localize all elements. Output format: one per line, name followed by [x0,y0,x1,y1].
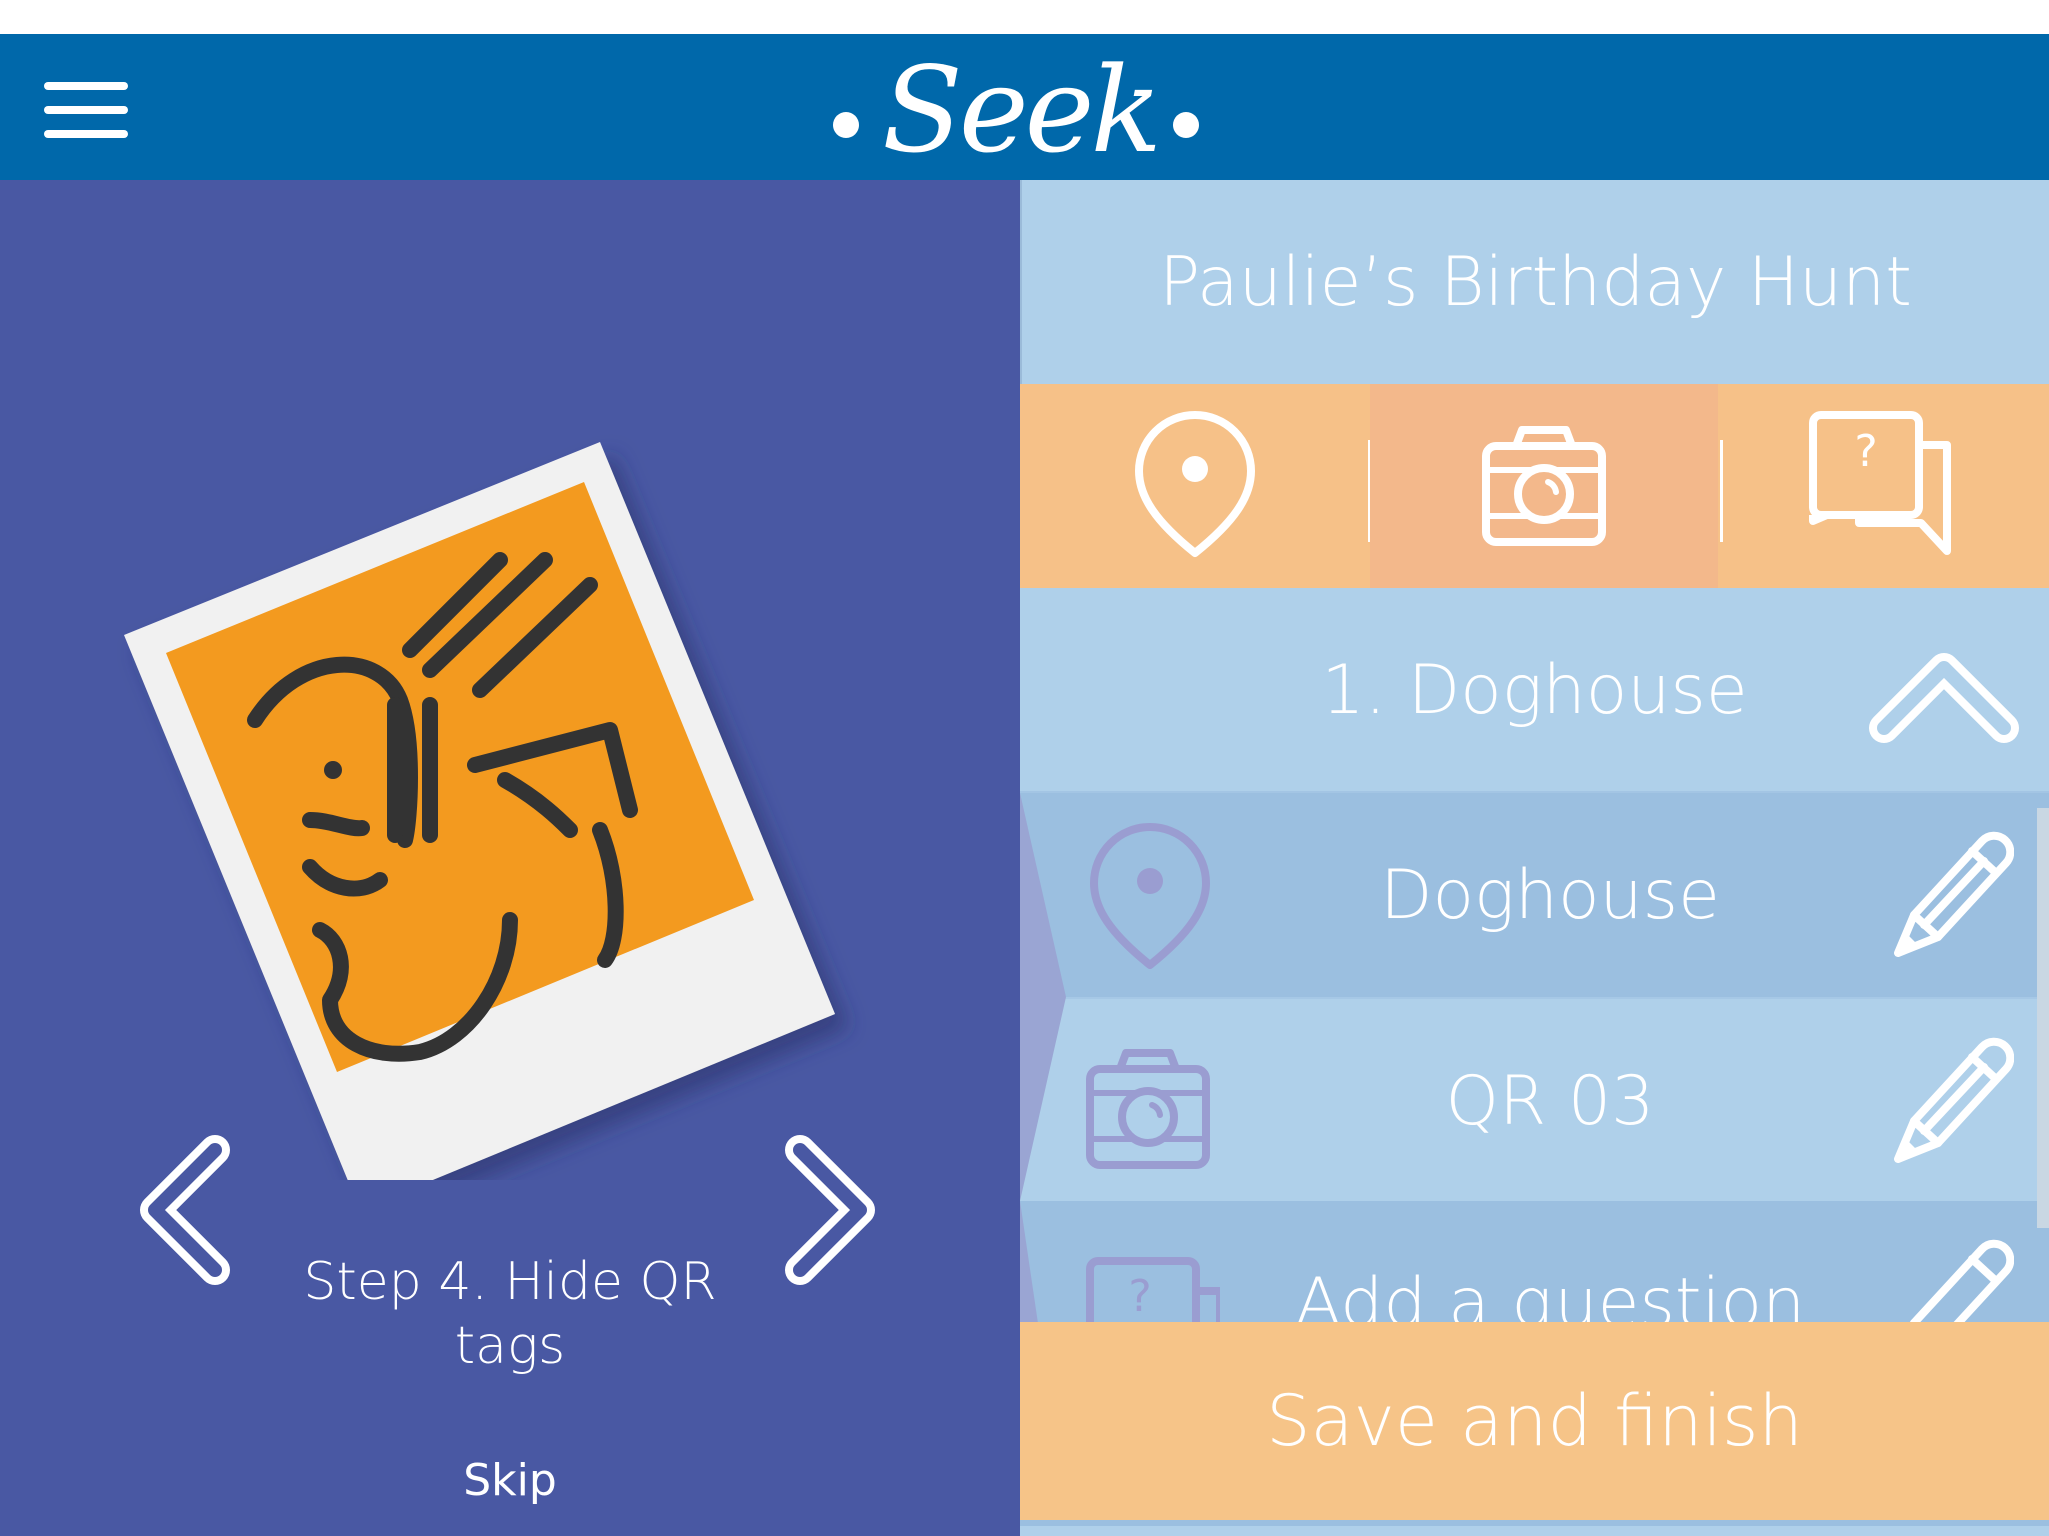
next-arrow-icon[interactable] [775,1130,885,1290]
clue-type-tabs: ? [1020,384,2049,588]
pencil-edit-icon[interactable] [1884,823,2014,963]
camera-icon [1086,1049,1210,1169]
pencil-edit-icon[interactable] [1884,1029,2014,1169]
save-and-finish-button[interactable]: Save and finish [1020,1322,2049,1526]
logo-text: Seek [881,41,1162,179]
location-pin-icon [1135,411,1255,557]
section-header-doghouse[interactable]: 1. Doghouse [1020,588,2049,793]
tab-question[interactable]: ? [1718,384,2049,588]
selection-pointer [1020,793,1066,1405]
tab-location[interactable] [1020,384,1370,588]
app-logo: Seek [820,40,1220,180]
hunt-editor-panel: Paulie’s Birthday Hunt ? 1. Doghouse Dog… [1020,180,2049,1536]
location-pin-icon [1090,823,1210,969]
list-scrollbar[interactable] [2037,808,2049,1228]
skip-link[interactable]: Skip [430,1456,590,1506]
camera-icon [1482,426,1606,546]
svg-text:?: ? [1128,1271,1151,1322]
hamburger-menu-icon[interactable] [44,82,128,138]
step-instruction: Step 4. Hide QR tags [303,1252,717,1376]
item-label: Doghouse [1380,855,1720,935]
tab-camera[interactable] [1370,384,1718,588]
item-label: QR 03 [1445,1061,1655,1141]
tutorial-panel: Step 4. Hide QR tags Skip [0,180,1020,1536]
question-chat-icon: ? [1808,411,1951,555]
polaroid-illustration [124,442,835,1180]
previous-arrow-icon[interactable] [130,1130,240,1290]
list-item[interactable]: QR 03 [1020,997,2049,1201]
list-item[interactable]: Doghouse [1020,793,2049,997]
svg-text:?: ? [1854,426,1877,477]
hunt-title[interactable]: Paulie’s Birthday Hunt [1020,180,2049,384]
chevron-up-icon[interactable] [1869,648,2019,748]
